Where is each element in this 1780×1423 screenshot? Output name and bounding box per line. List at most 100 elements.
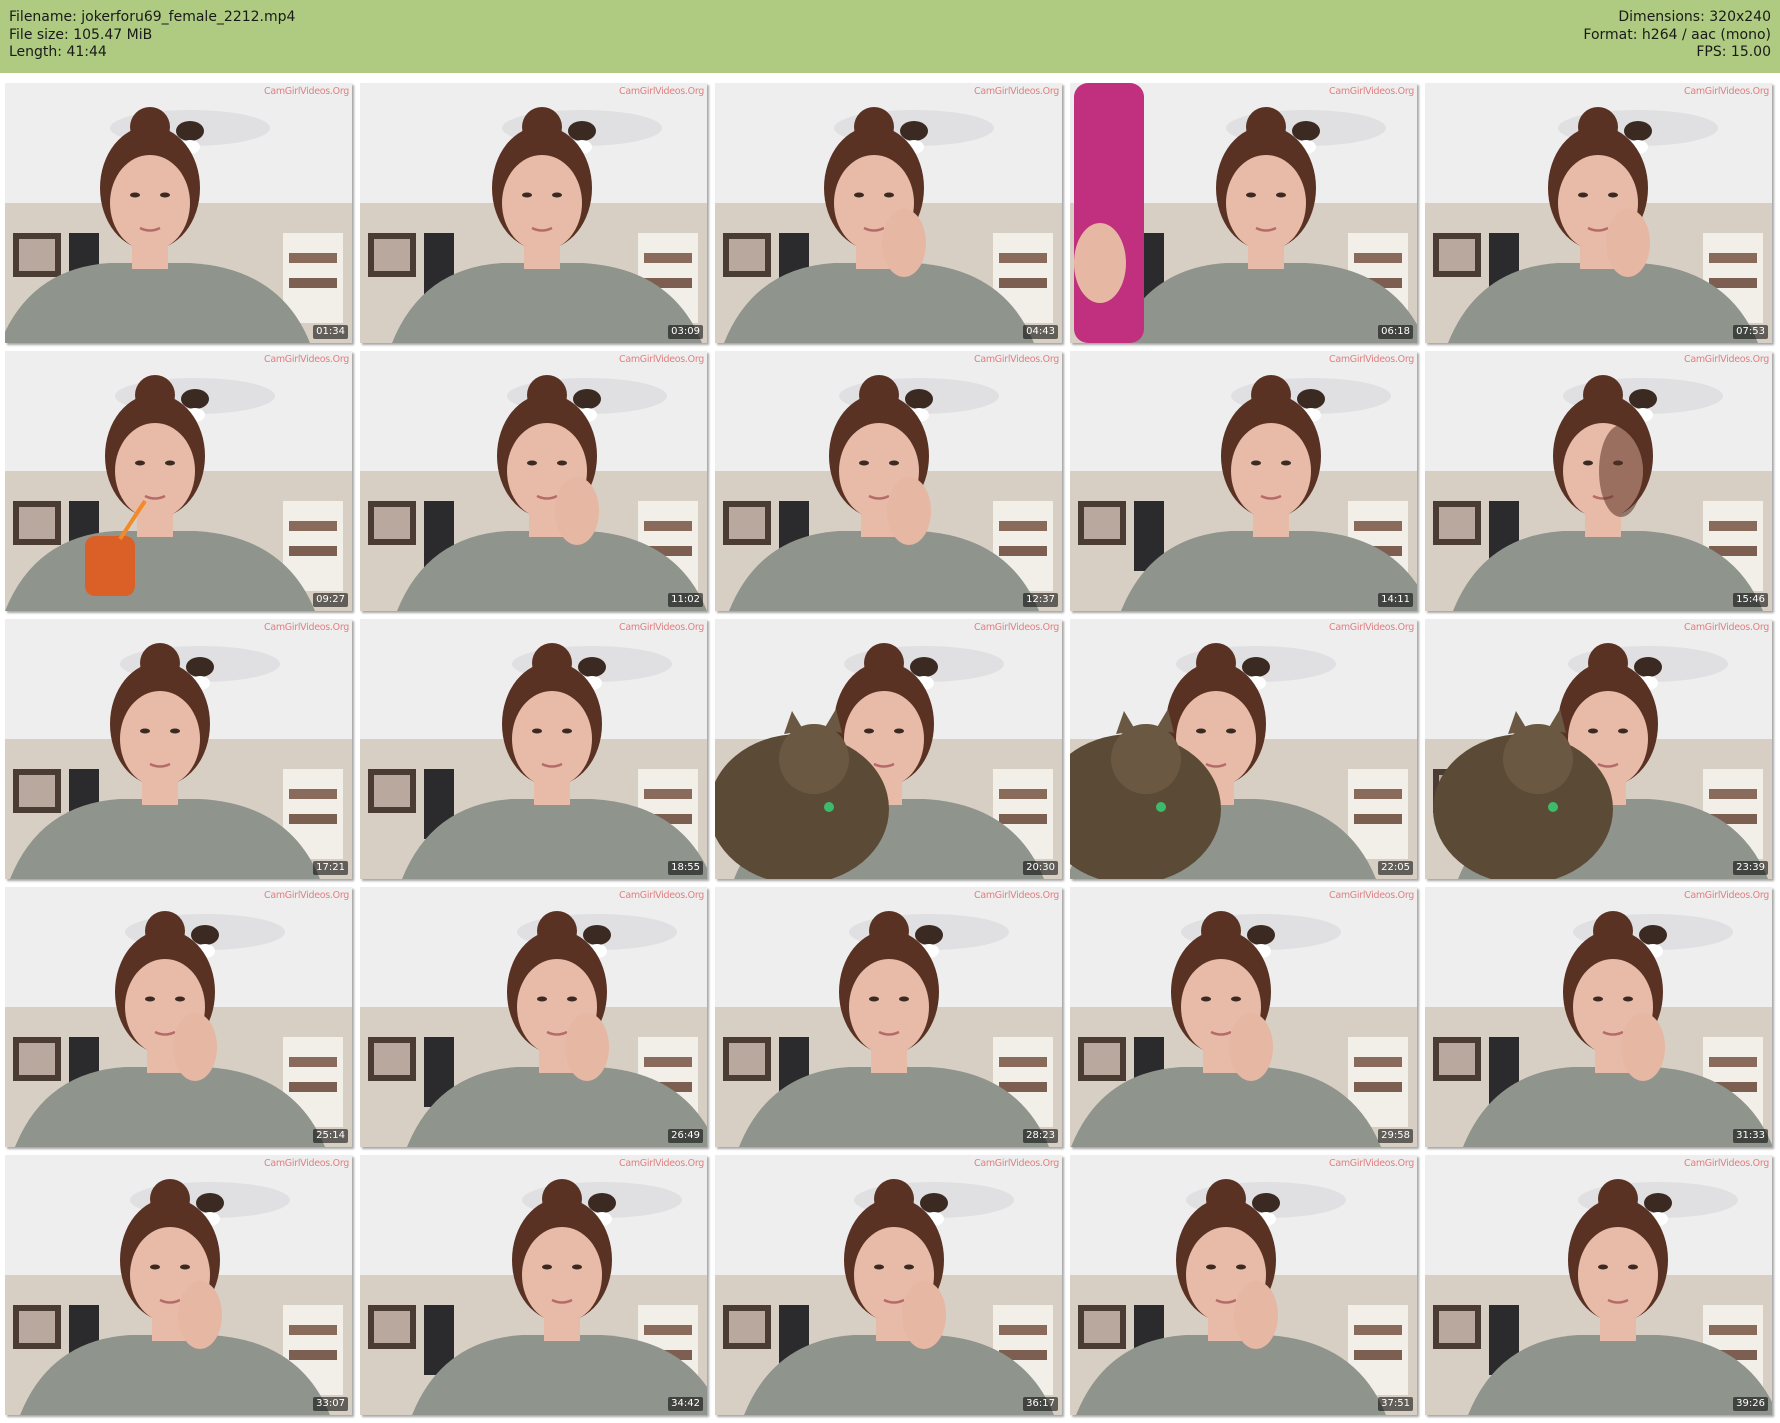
watermark-label: CamGirlVideos.Org: [1684, 86, 1769, 97]
watermark-label: CamGirlVideos.Org: [974, 890, 1059, 901]
watermark-label: CamGirlVideos.Org: [619, 890, 704, 901]
video-thumbnail[interactable]: CamGirlVideos.Org 25:14: [5, 887, 352, 1147]
thumbnail-frame: [5, 887, 352, 1147]
timestamp-label: 31:33: [1733, 1129, 1768, 1143]
info-header: Filename: jokerforu69_female_2212.mp4 Fi…: [0, 0, 1780, 73]
timestamp-label: 11:02: [668, 593, 703, 607]
video-thumbnail[interactable]: CamGirlVideos.Org 34:42: [360, 1155, 707, 1415]
watermark-label: CamGirlVideos.Org: [974, 86, 1059, 97]
timestamp-label: 34:42: [668, 1397, 703, 1411]
timestamp-label: 25:14: [313, 1129, 348, 1143]
watermark-label: CamGirlVideos.Org: [1684, 1158, 1769, 1169]
thumbnail-frame: [5, 83, 352, 343]
thumbnail-frame: [1425, 1155, 1772, 1415]
thumbnail-frame: [1425, 887, 1772, 1147]
video-thumbnail[interactable]: CamGirlVideos.Org 33:07: [5, 1155, 352, 1415]
fps-label: FPS: 15.00: [1696, 44, 1771, 60]
watermark-label: CamGirlVideos.Org: [619, 1158, 704, 1169]
video-thumbnail[interactable]: CamGirlVideos.Org 20:30: [715, 619, 1062, 879]
timestamp-label: 37:51: [1378, 1397, 1413, 1411]
timestamp-label: 20:30: [1023, 861, 1058, 875]
thumbnail-frame: [1425, 83, 1772, 343]
watermark-label: CamGirlVideos.Org: [974, 1158, 1059, 1169]
video-thumbnail[interactable]: CamGirlVideos.Org 15:46: [1425, 351, 1772, 611]
timestamp-label: 28:23: [1023, 1129, 1058, 1143]
thumbnail-frame: [1070, 887, 1417, 1147]
timestamp-label: 09:27: [313, 593, 348, 607]
watermark-label: CamGirlVideos.Org: [1329, 86, 1414, 97]
media-info: Dimensions: 320x240 Format: h264 / aac (…: [1583, 9, 1771, 62]
thumbnail-frame: [1425, 351, 1772, 611]
video-thumbnail[interactable]: CamGirlVideos.Org 14:11: [1070, 351, 1417, 611]
video-thumbnail[interactable]: CamGirlVideos.Org 37:51: [1070, 1155, 1417, 1415]
watermark-label: CamGirlVideos.Org: [619, 354, 704, 365]
thumbnail-frame: [715, 351, 1062, 611]
timestamp-label: 04:43: [1023, 325, 1058, 339]
thumbnail-frame: [1070, 619, 1417, 879]
video-thumbnail[interactable]: CamGirlVideos.Org 36:17: [715, 1155, 1062, 1415]
video-thumbnail[interactable]: CamGirlVideos.Org 39:26: [1425, 1155, 1772, 1415]
video-thumbnail[interactable]: CamGirlVideos.Org 26:49: [360, 887, 707, 1147]
timestamp-label: 26:49: [668, 1129, 703, 1143]
timestamp-label: 33:07: [313, 1397, 348, 1411]
video-thumbnail[interactable]: CamGirlVideos.Org 28:23: [715, 887, 1062, 1147]
thumbnail-frame: [360, 83, 707, 343]
video-thumbnail[interactable]: CamGirlVideos.Org 18:55: [360, 619, 707, 879]
video-thumbnail[interactable]: CamGirlVideos.Org 01:34: [5, 83, 352, 343]
thumbnail-frame: [5, 351, 352, 611]
timestamp-label: 06:18: [1378, 325, 1413, 339]
watermark-label: CamGirlVideos.Org: [1329, 890, 1414, 901]
watermark-label: CamGirlVideos.Org: [1684, 354, 1769, 365]
thumbnail-frame: [5, 1155, 352, 1415]
watermark-label: CamGirlVideos.Org: [619, 86, 704, 97]
format-label: Format: h264 / aac (mono): [1583, 26, 1771, 43]
watermark-label: CamGirlVideos.Org: [974, 354, 1059, 365]
video-thumbnail[interactable]: CamGirlVideos.Org 17:21: [5, 619, 352, 879]
timestamp-label: 01:34: [313, 325, 348, 339]
video-thumbnail[interactable]: CamGirlVideos.Org 22:05: [1070, 619, 1417, 879]
thumbnail-frame: [360, 1155, 707, 1415]
video-thumbnail[interactable]: CamGirlVideos.Org 12:37: [715, 351, 1062, 611]
thumbnail-frame: [1070, 1155, 1417, 1415]
thumbnail-frame: [5, 619, 352, 879]
thumbnail-frame: [1425, 619, 1772, 879]
timestamp-label: 15:46: [1733, 593, 1768, 607]
watermark-label: CamGirlVideos.Org: [264, 354, 349, 365]
video-thumbnail[interactable]: CamGirlVideos.Org 11:02: [360, 351, 707, 611]
video-thumbnail[interactable]: CamGirlVideos.Org 07:53: [1425, 83, 1772, 343]
video-thumbnail[interactable]: CamGirlVideos.Org 03:09: [360, 83, 707, 343]
watermark-label: CamGirlVideos.Org: [1329, 354, 1414, 365]
thumbnail-frame: [1070, 351, 1417, 611]
timestamp-label: 22:05: [1378, 861, 1413, 875]
watermark-label: CamGirlVideos.Org: [264, 622, 349, 633]
watermark-label: CamGirlVideos.Org: [619, 622, 704, 633]
video-thumbnail[interactable]: CamGirlVideos.Org 29:58: [1070, 887, 1417, 1147]
timestamp-label: 18:55: [668, 861, 703, 875]
thumbnail-frame: [715, 619, 1062, 879]
video-thumbnail[interactable]: CamGirlVideos.Org 23:39: [1425, 619, 1772, 879]
thumbnail-frame: [360, 619, 707, 879]
timestamp-label: 17:21: [313, 861, 348, 875]
timestamp-label: 07:53: [1733, 325, 1768, 339]
filename-label: Filename: jokerforu69_female_2212.mp4: [9, 9, 296, 25]
video-thumbnail[interactable]: CamGirlVideos.Org 09:27: [5, 351, 352, 611]
timestamp-label: 23:39: [1733, 861, 1768, 875]
timestamp-label: 36:17: [1023, 1397, 1058, 1411]
watermark-label: CamGirlVideos.Org: [1329, 1158, 1414, 1169]
watermark-label: CamGirlVideos.Org: [1684, 622, 1769, 633]
thumbnail-frame: [715, 1155, 1062, 1415]
watermark-label: CamGirlVideos.Org: [1329, 622, 1414, 633]
watermark-label: CamGirlVideos.Org: [264, 86, 349, 97]
watermark-label: CamGirlVideos.Org: [264, 890, 349, 901]
thumbnail-frame: [715, 887, 1062, 1147]
length-label: Length: 41:44: [9, 44, 107, 60]
thumbnail-frame: [360, 887, 707, 1147]
timestamp-label: 03:09: [668, 325, 703, 339]
watermark-label: CamGirlVideos.Org: [974, 622, 1059, 633]
video-thumbnail[interactable]: CamGirlVideos.Org 31:33: [1425, 887, 1772, 1147]
video-thumbnail[interactable]: CamGirlVideos.Org 04:43: [715, 83, 1062, 343]
timestamp-label: 12:37: [1023, 593, 1058, 607]
video-thumbnail[interactable]: CamGirlVideos.Org 06:18: [1070, 83, 1417, 343]
watermark-label: CamGirlVideos.Org: [1684, 890, 1769, 901]
timestamp-label: 39:26: [1733, 1397, 1768, 1411]
